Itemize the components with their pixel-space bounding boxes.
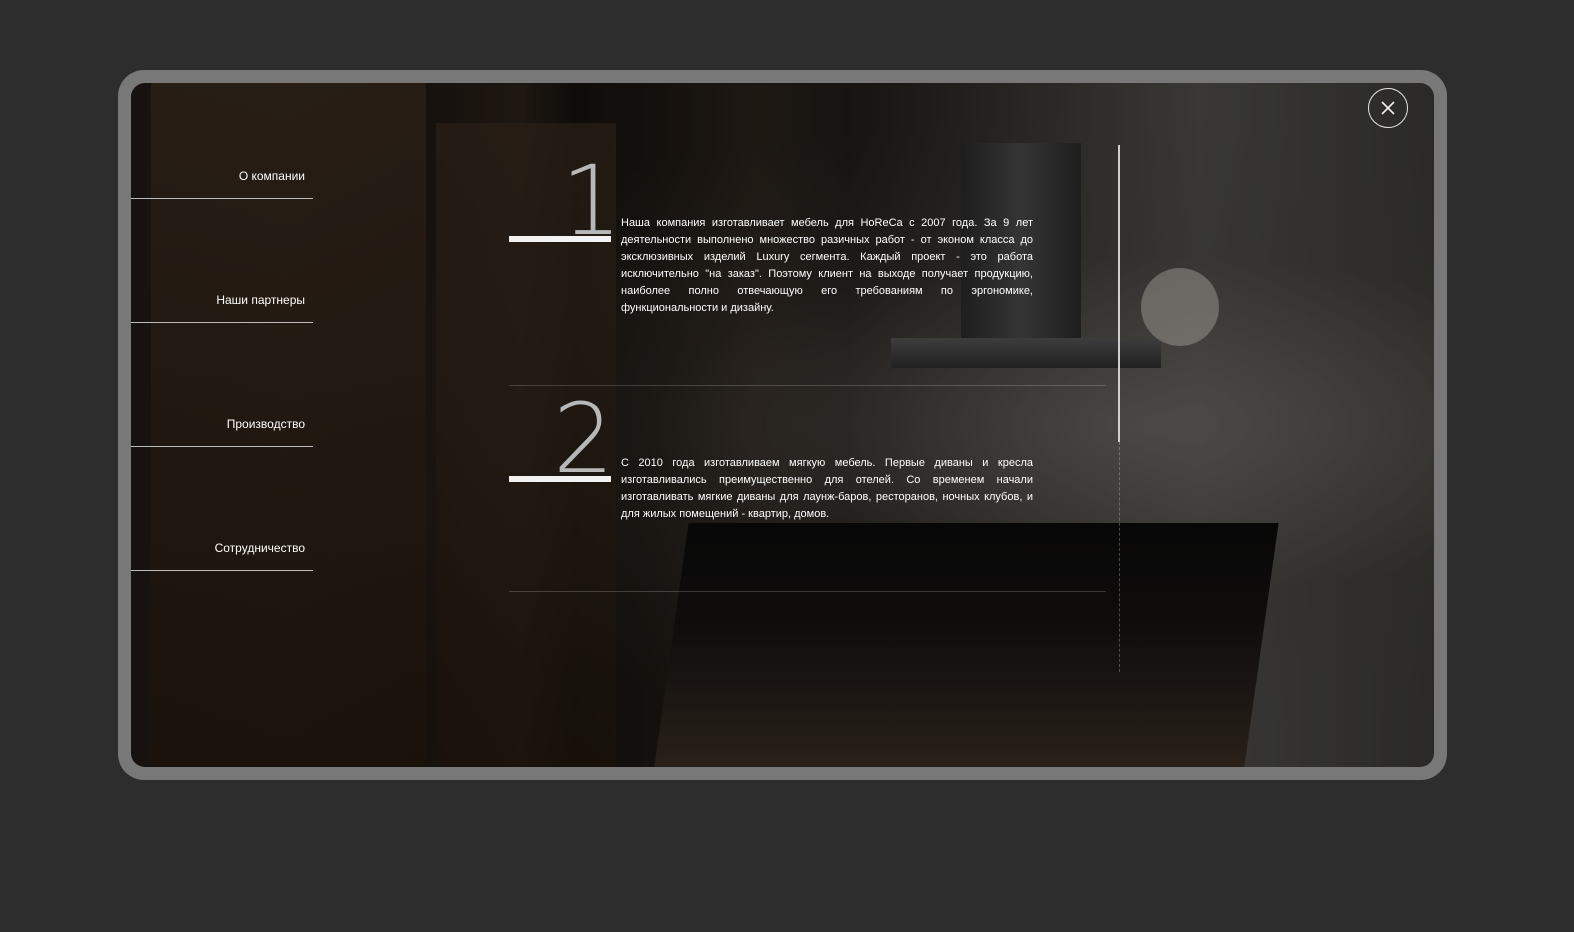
section-divider (509, 591, 1106, 592)
menu-underline (131, 322, 313, 323)
menu-item-partners[interactable]: Наши партнеры (131, 293, 313, 323)
close-button[interactable] (1368, 88, 1408, 128)
menu-underline (131, 198, 313, 199)
section-number: 1 (561, 145, 623, 257)
menu-item-label[interactable]: Производство (227, 417, 305, 431)
section-text: Наша компания изготавливает мебель для H… (621, 217, 1033, 314)
menu-underline (131, 570, 313, 571)
menu-item-label[interactable]: Наши партнеры (216, 293, 305, 307)
menu-item-about[interactable]: О компании (131, 169, 313, 199)
modal-frame: О компании Наши партнеры Производство Со… (118, 70, 1447, 780)
section-number: 2 (553, 383, 615, 495)
number-underline (509, 236, 611, 242)
number-underline (509, 476, 611, 482)
menu-underline (131, 446, 313, 447)
section-text: С 2010 года изготавливаем мягкую мебель.… (621, 457, 1033, 520)
menu-item-label[interactable]: Сотрудничество (215, 541, 305, 555)
scroll-track (1119, 442, 1120, 672)
menu-item-label[interactable]: О компании (239, 169, 305, 183)
menu-item-production[interactable]: Производство (131, 417, 313, 447)
menu-item-cooperation[interactable]: Сотрудничество (131, 541, 313, 571)
scroll-indicator[interactable] (1118, 145, 1120, 442)
modal-screen: О компании Наши партнеры Производство Со… (131, 83, 1434, 767)
close-icon (1381, 101, 1395, 115)
